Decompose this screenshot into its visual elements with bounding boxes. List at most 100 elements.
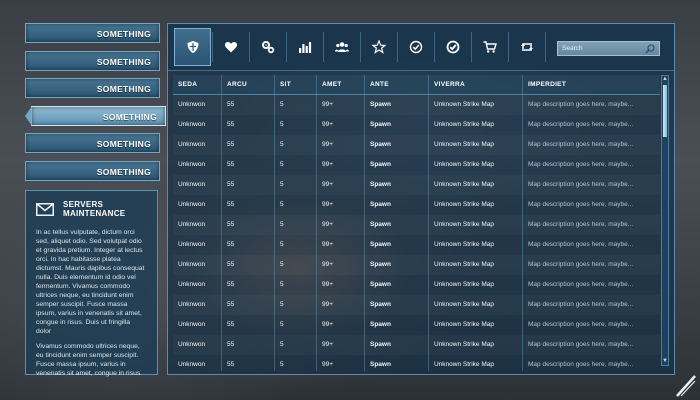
toolbar-favorites-button[interactable] <box>360 28 397 66</box>
cell-sit: 5 <box>274 335 316 355</box>
header-sit[interactable]: SIT <box>274 75 316 94</box>
cell-amet: 99+ <box>316 255 364 275</box>
cell-viverra: Unknown Strike Map <box>428 235 522 255</box>
search-icon[interactable] <box>645 43 655 54</box>
toolbar-cart-button[interactable] <box>471 28 508 66</box>
users-icon <box>334 42 349 52</box>
table-row[interactable]: Unknwon 55 5 99+ Spawn Unknown Strike Map Map … <box>173 295 660 315</box>
scroll-thumb[interactable] <box>663 85 667 137</box>
cell-sit: 5 <box>274 195 316 215</box>
table-row[interactable]: Unknwon 55 5 99+ Spawn Unknown Strike Map Map … <box>173 175 660 195</box>
table-row[interactable]: Unknwon 55 5 99+ Spawn Unknown Strike Map Map … <box>173 155 660 175</box>
cell-imperdiet: Map description goes here, maybe... <box>522 315 660 335</box>
cell-amet: 99+ <box>316 235 364 255</box>
toolbar-heart-button[interactable] <box>212 28 249 66</box>
cell-imperdiet: Map description goes here, maybe... <box>522 255 660 275</box>
cell-sit: 5 <box>274 295 316 315</box>
cell-viverra: Unknown Strike Map <box>428 355 522 371</box>
cell-arcu: 55 <box>221 335 274 355</box>
info-title-line1: SERVERS <box>63 200 104 209</box>
cell-viverra: Unknown Strike Map <box>428 275 522 295</box>
search-input[interactable] <box>562 45 642 52</box>
table-row[interactable]: Unknwon 55 5 99+ Spawn Unknown Strike Map Map … <box>173 215 660 235</box>
check-circle-filled-icon <box>446 40 459 54</box>
cell-seda: Unknwon <box>178 121 206 128</box>
cell-sit: 5 <box>274 95 316 115</box>
scroll-down-arrow-icon[interactable]: ▼ <box>662 358 668 365</box>
info-title-line2: MAINTENANCE <box>63 209 126 218</box>
menu-item-3[interactable]: SOMETHING <box>25 78 160 98</box>
cell-viverra: Unknown Strike Map <box>428 155 522 175</box>
maps-table: SEDA ARCU SIT AMET ANTE VIVERRA IMPERDIE… <box>173 75 660 371</box>
table-row[interactable]: Unknwon 55 5 99+ Spawn Unknown Strike Map Map … <box>173 115 660 135</box>
menu-item-2[interactable]: SOMETHING <box>25 50 160 71</box>
toolbar-users-button[interactable] <box>323 28 360 66</box>
cell-amet: 99+ <box>316 275 364 295</box>
cell-imperdiet: Map description goes here, maybe... <box>522 275 660 295</box>
cell-seda: Unknwon <box>178 341 206 348</box>
cell-arcu: 55 <box>221 275 274 295</box>
menu-item-4-active[interactable]: SOMETHING <box>25 105 166 126</box>
cell-sit: 5 <box>274 235 316 255</box>
cell-viverra: Unknown Strike Map <box>428 115 522 135</box>
menu-item-5[interactable]: SOMETHING <box>25 133 160 153</box>
scroll-up-arrow-icon[interactable]: ▲ <box>662 76 668 83</box>
table-row[interactable]: Unknwon 55 5 99+ Spawn Unknown Strike Map Map … <box>173 275 660 295</box>
table-row[interactable]: Unknwon 55 5 99+ Spawn Unknown Strike Map Map … <box>173 95 660 115</box>
cell-ante: Spawn <box>364 115 428 135</box>
cell-viverra: Unknown Strike Map <box>428 295 522 315</box>
cell-sit: 5 <box>274 215 316 235</box>
cell-imperdiet: Map description goes here, maybe... <box>522 115 660 135</box>
table-row[interactable]: Unknwon 55 5 99+ Spawn Unknown Strike Map Map … <box>173 235 660 255</box>
table-row[interactable]: Unknwon 55 5 99+ Spawn Unknown Strike Map Map … <box>173 255 660 275</box>
cell-ante: Spawn <box>364 355 428 371</box>
toolbar-check-button[interactable] <box>397 28 434 66</box>
header-arcu[interactable]: ARCU <box>221 75 274 94</box>
search-box[interactable] <box>557 41 660 56</box>
cell-ante: Spawn <box>364 215 428 235</box>
mail-icon <box>36 202 54 216</box>
cell-arcu: 55 <box>221 355 274 371</box>
header-ante[interactable]: ANTE <box>364 75 428 94</box>
cell-seda: Unknwon <box>178 301 206 308</box>
table-row[interactable]: Unknwon 55 5 99+ Spawn Unknown Strike Map Map … <box>173 335 660 355</box>
cell-imperdiet: Map description goes here, maybe... <box>522 335 660 355</box>
cell-imperdiet: Map description goes here, maybe... <box>522 95 660 115</box>
table-row[interactable]: Unknwon 55 5 99+ Spawn Unknown Strike Map Map … <box>173 315 660 335</box>
toolbar-swap-button[interactable] <box>508 28 545 66</box>
cell-sit: 5 <box>274 155 316 175</box>
toolbar-shield-button[interactable] <box>174 28 211 66</box>
cell-imperdiet: Map description goes here, maybe... <box>522 175 660 195</box>
cell-imperdiet: Map description goes here, maybe... <box>522 135 660 155</box>
cell-imperdiet: Map description goes here, maybe... <box>522 295 660 315</box>
cell-amet: 99+ <box>316 215 364 235</box>
cell-ante: Spawn <box>364 295 428 315</box>
cell-amet: 99+ <box>316 115 364 135</box>
cell-viverra: Unknown Strike Map <box>428 175 522 195</box>
cell-imperdiet: Map description goes here, maybe... <box>522 155 660 175</box>
menu-item-1[interactable]: SOMETHING <box>25 23 160 43</box>
toolbar-stats-button[interactable] <box>286 28 323 66</box>
cell-ante: Spawn <box>364 195 428 215</box>
cell-ante: Spawn <box>364 315 428 335</box>
table-row[interactable]: Unknwon 55 5 99+ Spawn Unknown Strike Map Map … <box>173 135 660 155</box>
menu-item-6[interactable]: SOMETHING <box>25 160 160 181</box>
retweet-icon <box>520 43 533 51</box>
header-imperdiet[interactable]: IMPERDIET <box>522 75 660 94</box>
cell-amet: 99+ <box>316 315 364 335</box>
header-viverra[interactable]: VIVERRA <box>428 75 522 94</box>
toolbar-confirm-button[interactable] <box>434 28 471 66</box>
header-seda[interactable]: SEDA <box>173 75 221 94</box>
table-row[interactable]: Unknwon 55 5 99+ Spawn Unknown Strike Map Map … <box>173 355 660 371</box>
toolbar-settings-button[interactable] <box>249 28 286 66</box>
cell-seda: Unknwon <box>178 181 206 188</box>
cell-viverra: Unknown Strike Map <box>428 255 522 275</box>
table-row[interactable]: Unknwon 55 5 99+ Spawn Unknown Strike Map Map … <box>173 195 660 215</box>
table-scrollbar[interactable]: ▲ ▼ <box>661 75 669 366</box>
cell-seda: Unknwon <box>178 281 206 288</box>
cart-icon <box>483 41 497 53</box>
header-amet[interactable]: AMET <box>316 75 364 94</box>
cell-sit: 5 <box>274 315 316 335</box>
cell-amet: 99+ <box>316 335 364 355</box>
cell-arcu: 55 <box>221 255 274 275</box>
